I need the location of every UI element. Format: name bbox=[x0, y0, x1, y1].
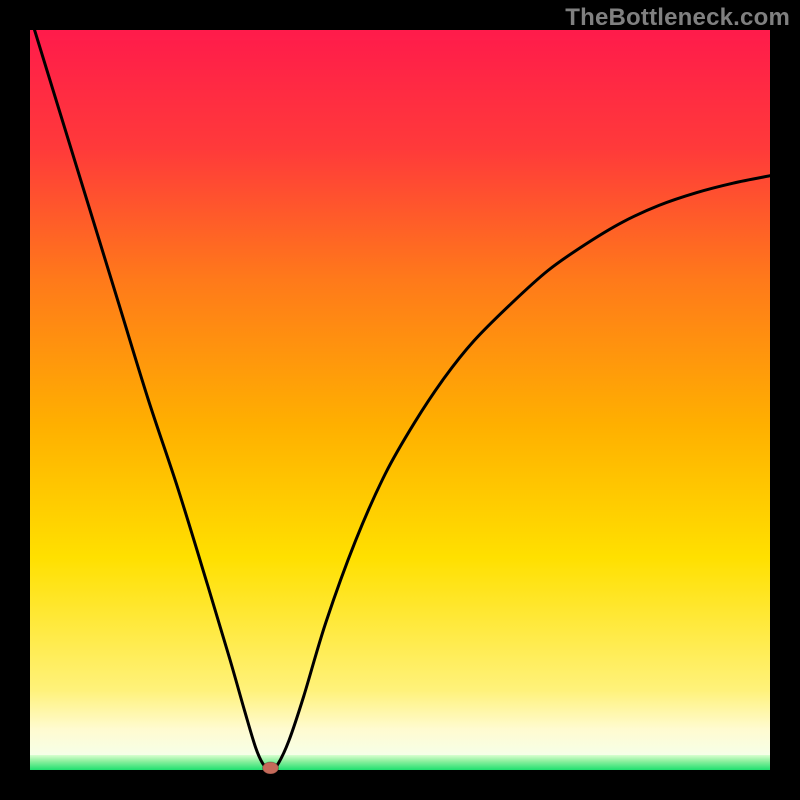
chart-frame: TheBottleneck.com bbox=[0, 0, 800, 800]
bottleneck-chart bbox=[0, 0, 800, 800]
optimal-point-marker bbox=[263, 762, 279, 774]
watermark-text: TheBottleneck.com bbox=[565, 4, 790, 32]
